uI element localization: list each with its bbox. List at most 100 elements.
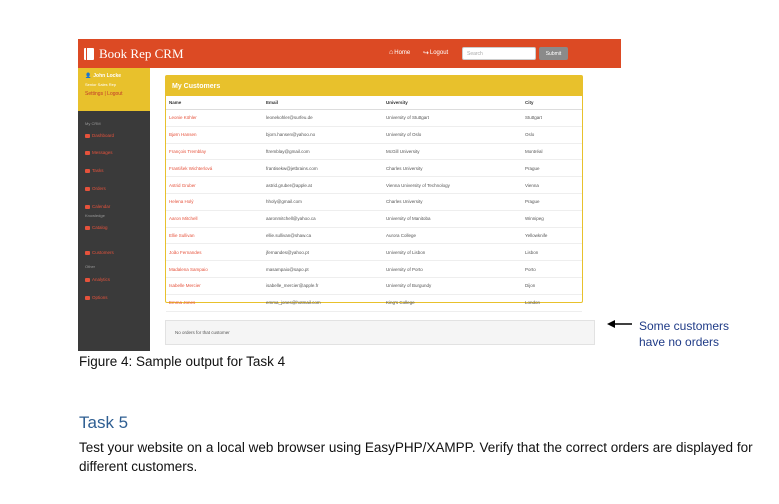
annotation: Some customers have no orders	[639, 318, 729, 350]
user-icon: 👤	[85, 73, 92, 79]
submit-button[interactable]: Submit	[539, 47, 568, 60]
nav-home[interactable]: ⌂ Home	[389, 49, 410, 56]
customers-table: Name Email University City Leonie Köhler…	[166, 96, 582, 312]
sidebar-item-options[interactable]: Options	[85, 295, 108, 300]
customer-name[interactable]: František Wichterlová	[166, 159, 263, 178]
task-body: Test your website on a local web browser…	[79, 440, 753, 474]
sidebar-item-analytics[interactable]: Analytics	[85, 277, 110, 282]
customer-email: astrid.gruber@apple.at	[263, 176, 383, 194]
customers-icon	[85, 250, 90, 255]
sidebar-item-label: Orders	[92, 186, 106, 191]
customer-email: bjorn.hansen@yahoo.no	[263, 126, 383, 144]
customer-university: University of Lisbon	[383, 243, 522, 262]
sidebar: 👤 John Locke Senior Sales Rep Settings |…	[78, 68, 150, 351]
column-header-name: Name	[166, 96, 263, 110]
customer-name[interactable]: Madalena Sampaio	[166, 260, 263, 278]
table-row: Ellie Sullivan ellie.sullivan@shaw.ca Auro…	[166, 227, 582, 245]
customer-university: University of Porto	[383, 260, 522, 278]
settings-link[interactable]: Settings	[85, 91, 103, 97]
nav-logout[interactable]: ↪ Logout	[423, 49, 448, 57]
customer-university: McGill University	[383, 143, 522, 161]
analytics-icon	[85, 277, 90, 282]
customer-name[interactable]: François Tremblay	[166, 143, 263, 161]
customers-panel-title: My Customers	[166, 76, 582, 96]
nav-logout-label: Logout	[429, 50, 449, 56]
user-name-text: John Locke	[93, 73, 122, 79]
column-header-email: Email	[263, 96, 383, 110]
arrow-left-icon	[607, 320, 632, 328]
dashboard-icon	[85, 133, 90, 138]
customer-name[interactable]: Ellie Sullivan	[166, 227, 263, 245]
customer-name[interactable]: João Fernandes	[166, 243, 263, 262]
section-other: Other	[85, 264, 96, 269]
orders-icon	[85, 186, 90, 191]
customer-name[interactable]: Isabelle Mercier	[166, 277, 263, 295]
customer-university: Charles University	[383, 159, 522, 178]
nav-home-label: Home	[394, 49, 411, 56]
customer-city: Porto	[522, 260, 582, 278]
customer-name[interactable]: Emma Jones	[166, 294, 263, 312]
annotation-line-1: Some customers	[639, 319, 730, 333]
task-heading: Task 5	[79, 413, 129, 432]
table-row: František Wichterlová frantisekw@jetbrain…	[166, 159, 582, 178]
brand[interactable]: Book Rep CRM	[84, 46, 184, 62]
customer-university: Vienna University of Technology	[383, 176, 522, 194]
customer-university: University of Burgundy	[383, 277, 522, 295]
figure-caption: Figure 4: Sample output for Task 4	[79, 354, 286, 369]
sidebar-item-dashboard[interactable]: Dashboard	[85, 133, 114, 138]
sidebar-item-orders[interactable]: Orders	[85, 186, 106, 191]
sidebar-item-label: Options	[92, 295, 108, 300]
customer-city: Stuttgart	[522, 109, 582, 127]
customer-name[interactable]: Astrid Gruber	[166, 176, 263, 194]
sidebar-item-messages[interactable]: Messages	[85, 150, 113, 155]
user-box: 👤 John Locke Senior Sales Rep Settings |…	[78, 68, 150, 111]
book-icon	[84, 48, 94, 60]
section-mycrm: My CRM	[85, 121, 101, 126]
sidebar-item-tasks[interactable]: Tasks	[85, 168, 104, 173]
sidebar-item-calendar[interactable]: Calendar	[85, 204, 110, 209]
sidebar-logout-link[interactable]: Logout	[107, 91, 122, 97]
navbar: Book Rep CRM ⌂ Home ↪ Logout Submit	[78, 39, 621, 68]
customer-city: Prague	[522, 159, 582, 178]
customer-city: London	[522, 294, 582, 312]
tasks-icon	[85, 168, 90, 173]
table-row: João Fernandes jfernandes@yahoo.pt Univers…	[166, 243, 582, 262]
sidebar-item-customers[interactable]: Customers	[85, 250, 114, 255]
search-input[interactable]	[462, 47, 536, 60]
customer-email: isabelle_mercier@apple.fr	[263, 277, 383, 295]
customer-email: jfernandes@yahoo.pt	[263, 243, 383, 262]
table-row: Emma Jones emma_jones@hotmail.com King's C…	[166, 294, 582, 312]
customer-name[interactable]: Bjørn Hansen	[166, 126, 263, 144]
customer-city: Oslo	[522, 126, 582, 144]
customer-email: ftremblay@gmail.com	[263, 143, 383, 161]
table-row: Helena Holý hholy@gmail.com Charles Univer…	[166, 193, 582, 211]
sidebar-item-label: Analytics	[92, 277, 111, 282]
section-knowledge: Knowledge	[85, 213, 105, 218]
column-header-university: University	[383, 96, 522, 110]
customer-university: University of Stuttgart	[383, 109, 522, 127]
table-row: Astrid Gruber astrid.gruber@apple.at Vienn…	[166, 176, 582, 194]
table-row: Aaron Mitchell aaronmitchell@yahoo.ca Univ…	[166, 210, 582, 228]
brand-title: Book Rep CRM	[99, 46, 184, 61]
customer-university: Charles University	[383, 193, 522, 211]
customer-email: aaronmitchell@yahoo.ca	[263, 210, 383, 228]
customer-name[interactable]: Aaron Mitchell	[166, 210, 263, 228]
customer-city: Montréal	[522, 143, 582, 161]
orders-message-box: No orders for that customer	[165, 320, 595, 345]
column-header-city: City	[522, 96, 582, 110]
annotation-line-2: have no orders	[639, 335, 720, 349]
customer-name[interactable]: Leonie Köhler	[166, 109, 263, 127]
customer-city: Lisbon	[522, 243, 582, 262]
orders-message: No orders for that customer	[175, 330, 230, 335]
sidebar-item-label: Dashboard	[92, 133, 115, 138]
customer-name[interactable]: Helena Holý	[166, 193, 263, 211]
customer-university: University of Oslo	[383, 126, 522, 144]
table-row: Leonie Köhler leonekohler@surfeu.de Univer…	[166, 109, 582, 127]
sidebar-item-catalog[interactable]: Catalog	[85, 225, 108, 230]
customer-university: University of Manitoba	[383, 210, 522, 228]
sidebar-item-label: Tasks	[92, 168, 104, 173]
home-icon: ⌂	[389, 49, 394, 56]
customers-panel: My Customers Name Email University City …	[165, 75, 583, 312]
logout-icon: ↪	[423, 50, 429, 57]
messages-icon	[85, 150, 90, 155]
